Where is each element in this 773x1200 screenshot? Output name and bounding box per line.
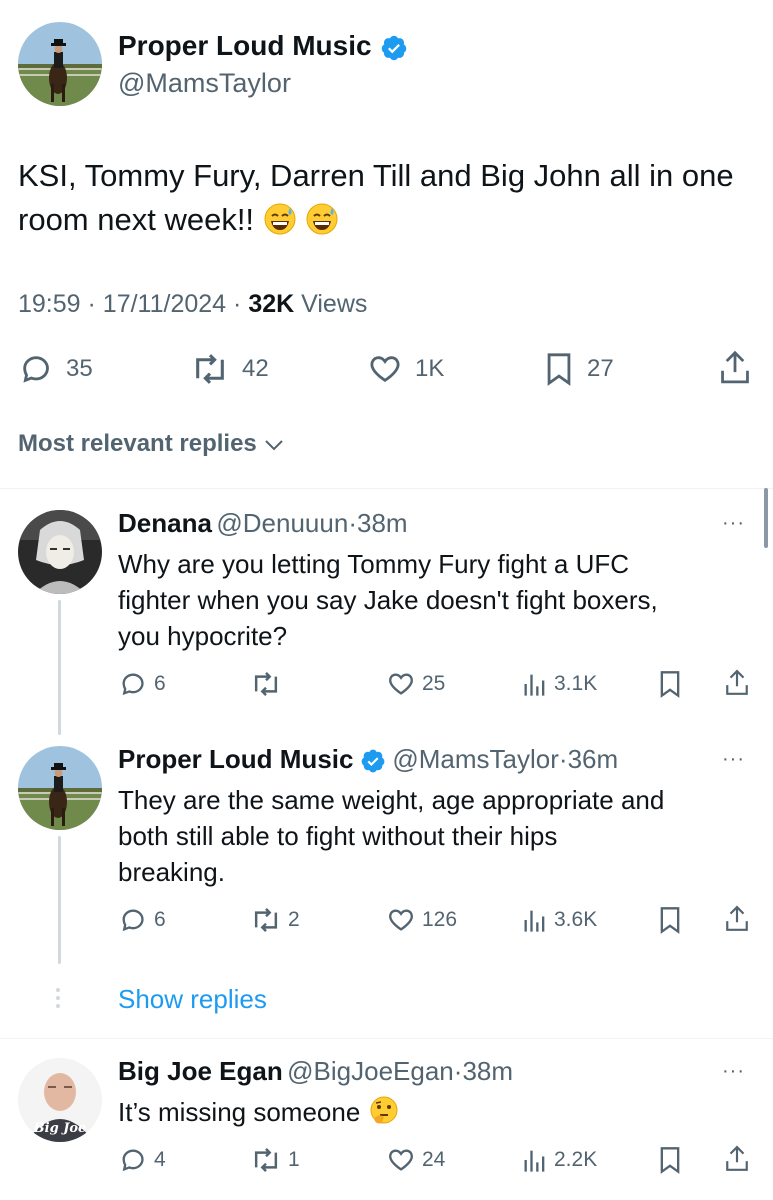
reply-button[interactable]: 4 <box>118 1146 166 1174</box>
reply-author-handle[interactable]: @Denuuun <box>216 508 348 538</box>
like-button[interactable]: 126 <box>386 906 457 934</box>
reply-icon <box>122 1149 144 1172</box>
sort-replies-dropdown[interactable]: Most relevant replies <box>18 430 285 458</box>
repost-button[interactable]: 1 <box>250 1146 300 1174</box>
views-button[interactable]: 2.2K <box>522 1146 597 1174</box>
author-avatar[interactable] <box>18 22 102 106</box>
share-icon <box>726 905 748 931</box>
reply-author-handle[interactable]: @MamsTaylor <box>392 744 559 774</box>
bookmark-button[interactable] <box>658 670 682 698</box>
thread-line <box>58 836 61 964</box>
repost-icon <box>254 672 278 696</box>
like-button[interactable]: 25 <box>386 670 445 698</box>
reply-author-name[interactable]: Big Joe Egan <box>118 1056 283 1086</box>
share-icon <box>721 350 749 384</box>
repost-icon <box>254 1148 278 1172</box>
author-handle[interactable]: @MamsTaylor <box>118 68 291 98</box>
views-button[interactable]: 3.1K <box>522 670 597 698</box>
reply-button[interactable]: 6 <box>118 670 166 698</box>
reply-time[interactable]: 38m <box>462 1056 513 1086</box>
tweet-text: KSI, Tommy Fury, Darren Till and Big Joh… <box>18 154 763 248</box>
verified-badge-icon <box>380 34 408 67</box>
bookmark-icon <box>660 671 680 698</box>
divider <box>0 488 773 489</box>
reply-avatar[interactable] <box>18 510 102 594</box>
share-button[interactable] <box>718 350 752 386</box>
reply-avatar[interactable] <box>18 746 102 830</box>
reply-author-name[interactable]: Denana <box>118 508 212 538</box>
share-icon <box>726 669 748 695</box>
reply-button[interactable]: 6 <box>118 906 166 934</box>
bookmark-icon <box>660 907 680 934</box>
thread-dots-icon <box>56 988 62 1008</box>
reply-icon <box>122 673 144 696</box>
bookmark-button[interactable]: 27 <box>543 352 614 386</box>
views-label: Views <box>301 290 368 318</box>
thread-line <box>58 600 61 735</box>
reply-icon <box>23 356 49 383</box>
like-button[interactable]: 1K <box>367 352 444 386</box>
divider <box>0 1038 773 1039</box>
reply-text: It’s missing someone <box>118 1094 758 1136</box>
grinning-sweat-emoji-icon <box>305 202 339 248</box>
scrollbar[interactable] <box>764 488 768 548</box>
reply-icon <box>122 909 144 932</box>
chevron-down-icon <box>265 439 284 451</box>
heart-icon <box>389 1149 413 1171</box>
heart-icon <box>389 909 413 931</box>
tweet-date[interactable]: 17/11/2024 <box>103 290 226 318</box>
more-options-icon[interactable]: ··· <box>722 1060 745 1083</box>
heart-icon <box>389 673 413 695</box>
reply-time[interactable]: 36m <box>568 744 619 774</box>
reply-text: They are the same weight, age appropriat… <box>118 785 665 887</box>
show-replies-link[interactable]: Show replies <box>118 984 267 1015</box>
share-icon <box>726 1145 748 1171</box>
reply-avatar[interactable]: Big Joe <box>18 1058 102 1142</box>
share-button[interactable] <box>724 904 750 934</box>
share-button[interactable] <box>724 668 750 698</box>
analytics-icon <box>524 674 545 696</box>
reply-button[interactable]: 35 <box>18 352 93 386</box>
share-button[interactable] <box>724 1144 750 1174</box>
avatar-shirt-text: Big Joe <box>33 1121 87 1136</box>
repost-icon <box>196 354 224 384</box>
tweet-meta: 19:59 · 17/11/2024 · 32K Views <box>18 290 368 318</box>
views-count: 32K <box>248 290 295 318</box>
bookmark-button[interactable] <box>658 906 682 934</box>
reply-author-name[interactable]: Proper Loud Music <box>118 744 353 774</box>
more-options-icon[interactable] <box>742 0 768 30</box>
repost-button[interactable]: 42 <box>190 352 269 386</box>
thinking-face-emoji-icon <box>368 1095 400 1136</box>
bookmark-icon <box>547 353 571 386</box>
repost-button[interactable] <box>250 670 288 698</box>
tweet-time[interactable]: 19:59 <box>18 290 81 318</box>
repost-icon <box>254 908 278 932</box>
heart-icon <box>370 356 400 382</box>
analytics-icon <box>524 1150 545 1172</box>
reply-text: Why are you letting Tommy Fury fight a U… <box>118 549 658 651</box>
more-options-icon[interactable]: ··· <box>722 748 745 771</box>
verified-badge-icon <box>360 748 386 779</box>
bookmark-icon <box>660 1147 680 1174</box>
grinning-sweat-emoji-icon <box>263 202 297 248</box>
repost-button[interactable]: 2 <box>250 906 300 934</box>
more-options-icon[interactable]: ··· <box>722 512 745 535</box>
bookmark-button[interactable] <box>658 1146 682 1174</box>
reply-time[interactable]: 38m <box>357 508 408 538</box>
author-name[interactable]: Proper Loud Music <box>118 30 372 61</box>
reply-author-handle[interactable]: @BigJoeEgan <box>287 1056 454 1086</box>
views-button[interactable]: 3.6K <box>522 906 597 934</box>
analytics-icon <box>524 910 545 932</box>
like-button[interactable]: 24 <box>386 1146 445 1174</box>
